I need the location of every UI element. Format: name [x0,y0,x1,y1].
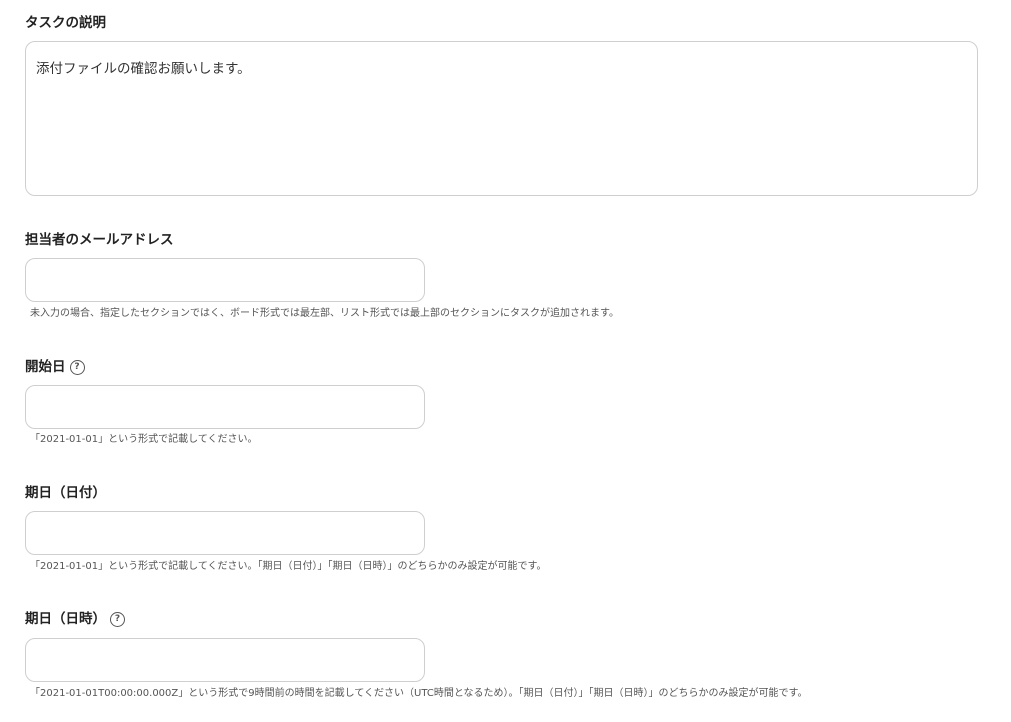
assignee-email-label-text: 担当者のメールアドレス [25,232,174,248]
question-circle-icon[interactable]: ? [69,359,85,375]
due-date-hint: 「2021-01-01」という形式で記載してください。「期日（日付）」「期日（日… [30,561,547,572]
due-date-label: 期日（日付） [25,484,106,502]
due-datetime-hint: 「2021-01-01T00:00:00.000Z」という形式で9時間前の時間を… [30,688,808,699]
assignee-email-input[interactable] [25,258,425,302]
start-date-label-text: 開始日 [25,359,66,375]
due-date-input[interactable] [25,511,425,555]
start-date-label: 開始日 ? [25,358,85,376]
start-date-input[interactable] [25,385,425,429]
due-date-label-text: 期日（日付） [25,485,106,501]
due-datetime-input[interactable] [25,638,425,682]
due-datetime-label: 期日（日時） ? [25,610,125,628]
assignee-email-hint: 未入力の場合、指定したセクションではく、ボード形式では最左部、リスト形式では最上… [30,308,619,319]
start-date-hint: 「2021-01-01」という形式で記載してください。 [30,434,258,445]
due-datetime-label-text: 期日（日時） [25,611,106,627]
question-circle-icon[interactable]: ? [110,611,125,627]
task-form: タスクの説明 添付ファイルの確認お願いします。 担当者のメールアドレス 未入力の… [0,0,1011,722]
assignee-email-label: 担当者のメールアドレス [25,231,174,249]
description-label: タスクの説明 [25,14,106,32]
description-textarea[interactable]: 添付ファイルの確認お願いします。 [25,41,978,196]
description-label-text: タスクの説明 [25,15,106,31]
